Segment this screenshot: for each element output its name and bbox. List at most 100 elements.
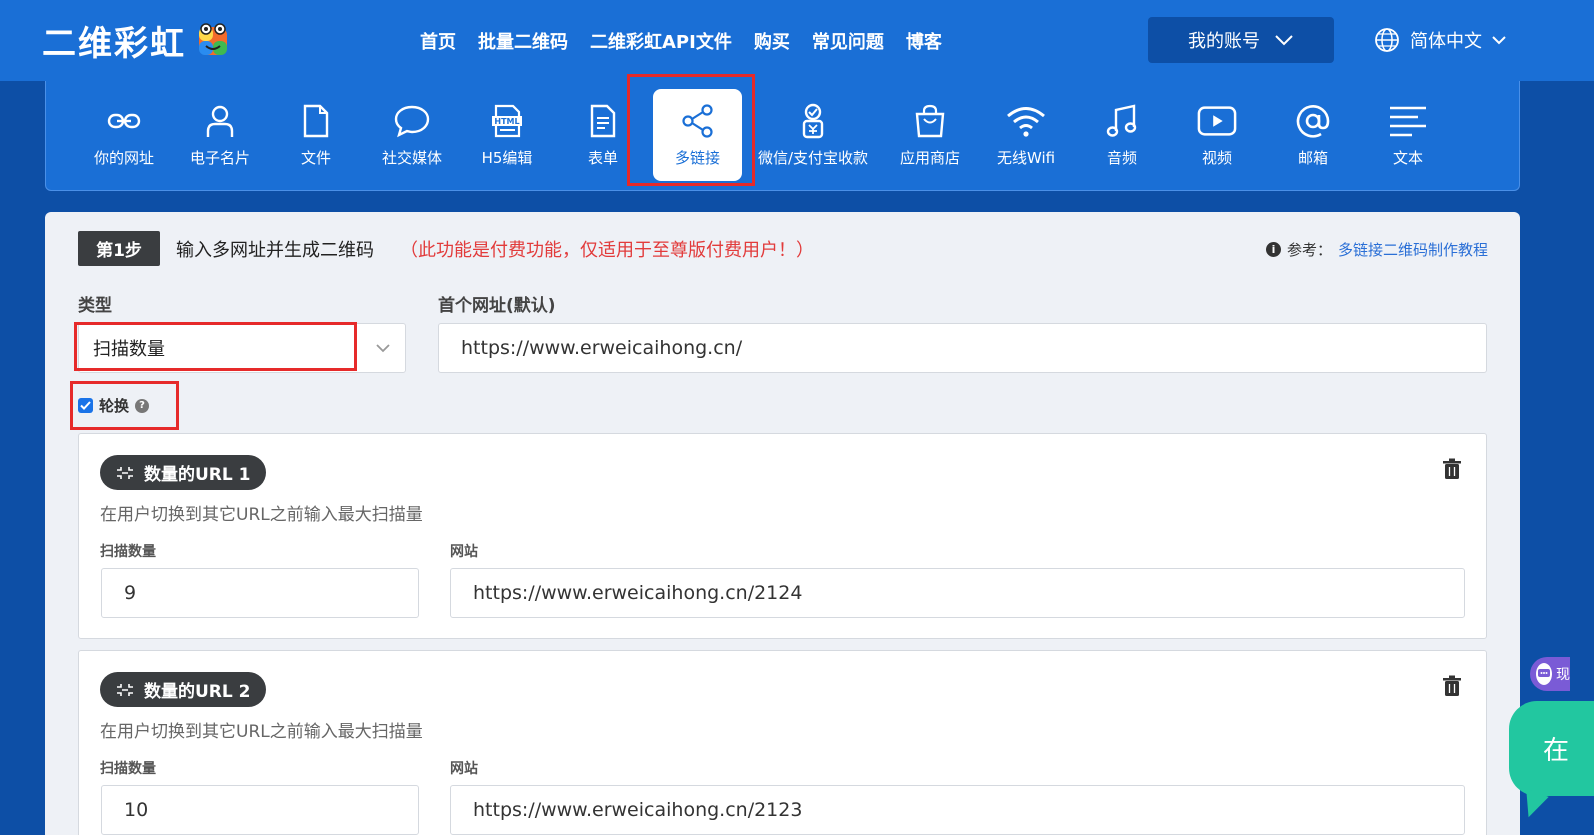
category-label: 视频	[1201, 149, 1232, 167]
nav-purchase[interactable]: 购买	[754, 28, 790, 54]
category-text[interactable]: 文本	[1360, 89, 1456, 181]
category-social[interactable]: 社交媒体	[364, 89, 460, 181]
html-icon: HTML	[487, 101, 527, 141]
my-account-button[interactable]: 我的账号	[1148, 17, 1334, 63]
nav-faq[interactable]: 常见问题	[812, 28, 884, 54]
site-url-value: https://www.erweicaihong.cn/2123	[473, 799, 803, 821]
online-support-text: 在	[1543, 736, 1570, 766]
scan-count-label: 扫描数量	[100, 761, 156, 777]
scan-count-input[interactable]: 9	[101, 568, 419, 618]
drag-handle-icon[interactable]	[116, 683, 134, 697]
category-vcard[interactable]: 电子名片	[172, 89, 268, 181]
link-icon	[104, 101, 144, 141]
category-url[interactable]: 你的网址	[76, 89, 172, 181]
first-url-label: 首个网址(默认)	[438, 296, 556, 316]
chat-widget-text: 现	[1556, 667, 1570, 683]
url-block-title-pill: 数量的URL 1	[100, 455, 267, 490]
step-badge: 第1步	[78, 231, 160, 266]
chat-bubble-icon	[392, 101, 432, 141]
reference-link-group: i 参考： 多链接二维码制作教程	[1265, 239, 1488, 260]
main-nav: 首页 批量二维码 二维彩虹API文件 购买 常见问题 博客	[420, 28, 964, 54]
music-icon	[1102, 101, 1142, 141]
category-label: 电子名片	[189, 149, 250, 167]
wifi-icon	[1006, 101, 1046, 141]
chat-icon	[1536, 663, 1552, 685]
scan-count-label: 扫描数量	[100, 544, 156, 560]
url-block-hint: 在用户切换到其它URL之前输入最大扫描量	[100, 505, 423, 525]
language-selector[interactable]: 简体中文	[1374, 25, 1506, 55]
tutorial-link[interactable]: 多链接二维码制作教程	[1338, 239, 1488, 260]
url-block-hint: 在用户切换到其它URL之前输入最大扫描量	[100, 722, 423, 742]
category-label: 文件	[300, 149, 331, 167]
form-icon	[583, 101, 623, 141]
url-block-title-pill: 数量的URL 2	[100, 672, 267, 707]
url-block-title: 数量的URL 1	[144, 465, 251, 485]
file-icon	[296, 101, 336, 141]
shopping-bag-icon	[910, 101, 950, 141]
category-label: 表单	[587, 149, 618, 167]
type-label: 类型	[78, 296, 112, 316]
logo-text: 二维彩虹	[42, 23, 186, 64]
rainbow-frog-logo-icon	[199, 23, 227, 55]
text-icon	[1388, 101, 1428, 141]
site-url-value: https://www.erweicaihong.cn/2124	[473, 582, 803, 604]
category-label: 音频	[1106, 149, 1137, 167]
multi-link-form-card: 第1步 输入多网址并生成二维码 （此功能是付费功能，仅适用于至尊版付费用户！） …	[45, 212, 1520, 835]
chevron-down-icon	[376, 344, 390, 353]
category-label: 你的网址	[93, 149, 154, 167]
category-email[interactable]: 邮箱	[1265, 89, 1361, 181]
globe-icon	[1375, 28, 1399, 52]
nav-api-docs[interactable]: 二维彩虹API文件	[590, 28, 732, 54]
highlight-box-multi-link	[627, 74, 755, 186]
step-title: 输入多网址并生成二维码	[176, 240, 374, 261]
scan-count-value: 9	[124, 582, 137, 604]
url-block-2: 数量的URL 2 在用户切换到其它URL之前输入最大扫描量 扫描数量 网站 10…	[78, 650, 1487, 835]
category-h5-editor[interactable]: HTML H5编辑	[459, 89, 555, 181]
user-icon	[200, 101, 240, 141]
chat-widget-tab[interactable]: 现	[1530, 657, 1570, 691]
site-label: 网站	[450, 544, 478, 560]
category-file[interactable]: 文件	[268, 89, 364, 181]
nav-batch-qr[interactable]: 批量二维码	[478, 28, 568, 54]
scan-count-input[interactable]: 10	[101, 785, 419, 835]
video-icon	[1197, 101, 1237, 141]
online-support-widget[interactable]: 在	[1509, 701, 1594, 796]
category-wifi[interactable]: 无线Wifi	[978, 89, 1074, 181]
category-label: 微信/支付宝收款	[757, 149, 869, 167]
chevron-down-icon	[1275, 35, 1293, 46]
category-label: 应用商店	[899, 149, 960, 167]
qr-type-category-bar: 你的网址 电子名片 文件 社交媒体 HTML H5编辑 表单 多链接 微信/支付…	[45, 81, 1520, 191]
url-block-1: 数量的URL 1 在用户切换到其它URL之前输入最大扫描量 扫描数量 网站 9 …	[78, 433, 1487, 639]
highlight-box-type-select	[74, 322, 357, 371]
category-label: 无线Wifi	[996, 149, 1056, 167]
url-block-title: 数量的URL 2	[144, 682, 251, 702]
nav-home[interactable]: 首页	[420, 28, 456, 54]
info-icon: i	[1265, 242, 1281, 257]
scan-count-value: 10	[124, 799, 149, 821]
site-label: 网站	[450, 761, 478, 777]
reference-label: 参考：	[1286, 241, 1332, 259]
first-url-input[interactable]: https://www.erweicaihong.cn/	[438, 323, 1487, 373]
first-url-value: https://www.erweicaihong.cn/	[461, 337, 743, 359]
trash-icon[interactable]	[1442, 675, 1462, 697]
top-header: 二维彩虹 首页 批量二维码 二维彩虹API文件 购买 常见问题 博客 我的账号	[0, 0, 1594, 81]
paid-feature-note: （此功能是付费功能，仅适用于至尊版付费用户！）	[400, 240, 814, 261]
category-label: H5编辑	[481, 149, 533, 167]
site-logo[interactable]: 二维彩虹	[42, 18, 230, 64]
category-label: 社交媒体	[381, 149, 442, 167]
nav-blog[interactable]: 博客	[906, 28, 942, 54]
drag-handle-icon[interactable]	[116, 466, 134, 480]
trash-icon[interactable]	[1442, 458, 1462, 480]
category-video[interactable]: 视频	[1169, 89, 1265, 181]
chevron-down-icon	[1492, 35, 1506, 44]
language-label: 简体中文	[1410, 31, 1482, 52]
category-payment[interactable]: 微信/支付宝收款	[751, 89, 875, 181]
account-label: 我的账号	[1188, 31, 1260, 52]
highlight-box-rotate	[70, 381, 179, 430]
at-icon	[1293, 101, 1333, 141]
site-url-input[interactable]: https://www.erweicaihong.cn/2123	[450, 785, 1465, 835]
category-app-store[interactable]: 应用商店	[882, 89, 978, 181]
site-url-input[interactable]: https://www.erweicaihong.cn/2124	[450, 568, 1465, 618]
category-audio[interactable]: 音频	[1074, 89, 1170, 181]
category-label: 文本	[1392, 149, 1423, 167]
